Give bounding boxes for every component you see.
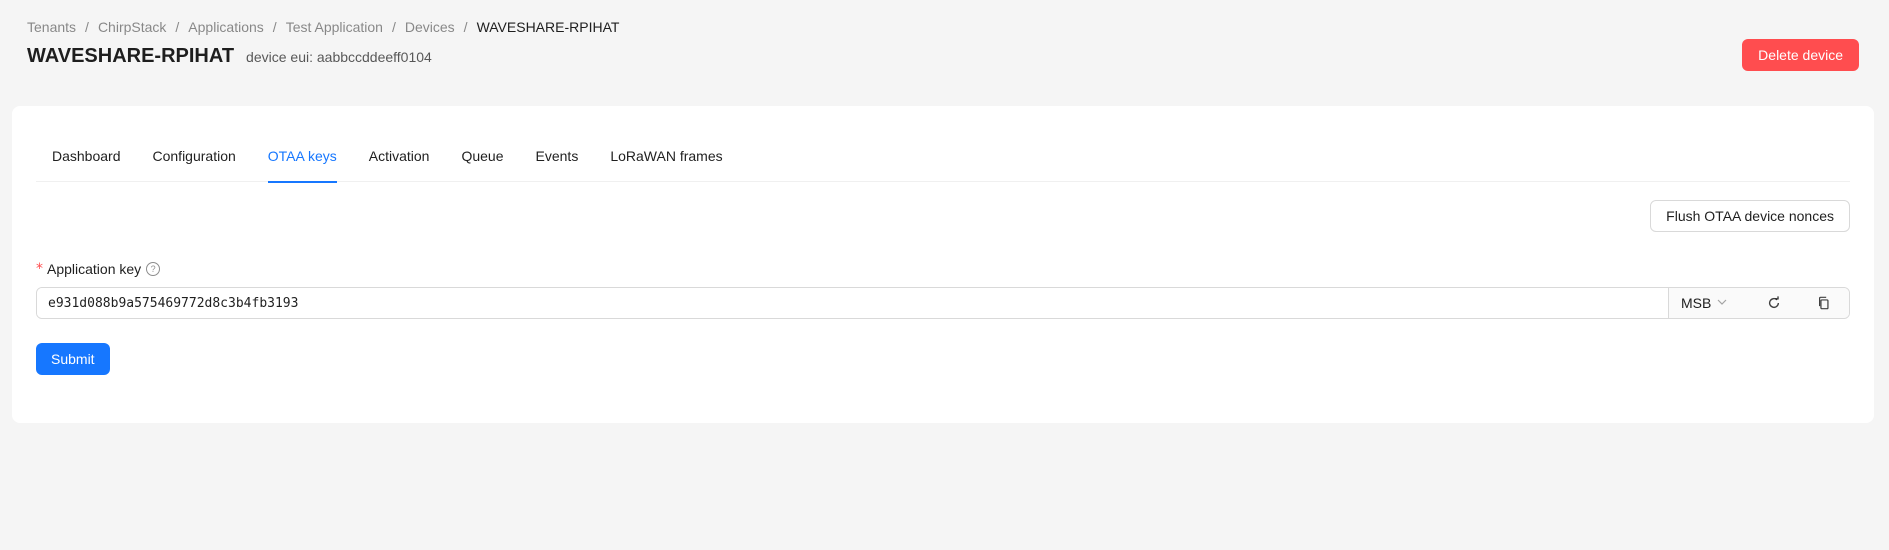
tab-bar: Dashboard Configuration OTAA keys Activa…: [36, 130, 1850, 183]
byte-order-value: MSB: [1681, 295, 1712, 311]
submit-button[interactable]: Submit: [36, 343, 110, 375]
breadcrumb: Tenants / ChirpStack / Applications / Te…: [27, 16, 619, 38]
page-header: Tenants / ChirpStack / Applications / Te…: [27, 0, 1859, 90]
application-key-input-group: MSB: [36, 287, 1850, 319]
required-mark: *: [36, 261, 43, 277]
tab-configuration[interactable]: Configuration: [153, 130, 236, 182]
breadcrumb-separator: /: [85, 19, 89, 35]
copy-icon[interactable]: [1799, 288, 1849, 318]
input-addon: MSB: [1668, 288, 1849, 318]
breadcrumb-chirpstack[interactable]: ChirpStack: [98, 16, 166, 38]
tab-events[interactable]: Events: [536, 130, 579, 182]
flush-otaa-nonces-button[interactable]: Flush OTAA device nonces: [1650, 200, 1850, 232]
tab-lorawan-frames[interactable]: LoRaWAN frames: [610, 130, 722, 182]
breadcrumb-separator: /: [272, 19, 277, 35]
application-key-label-text: Application key: [47, 261, 142, 277]
tab-otaa-keys[interactable]: OTAA keys: [267, 130, 337, 183]
breadcrumb-separator: /: [463, 19, 468, 35]
question-circle-icon[interactable]: ?: [146, 262, 161, 276]
chevron-down-icon: [1717, 297, 1727, 310]
breadcrumb-devices[interactable]: Devices: [405, 16, 455, 38]
device-eui-subtitle: device eui: aabbccddeeff0104: [246, 49, 432, 65]
tab-queue[interactable]: Queue: [461, 130, 503, 182]
delete-device-button[interactable]: Delete device: [1742, 39, 1859, 71]
breadcrumb-separator: /: [391, 19, 396, 35]
breadcrumb-current: WAVESHARE-RPIHAT: [476, 19, 620, 35]
breadcrumb-separator: /: [175, 19, 180, 35]
content-card: Dashboard Configuration OTAA keys Activa…: [12, 106, 1874, 423]
breadcrumb-applications[interactable]: Applications: [188, 16, 264, 38]
byte-order-select[interactable]: MSB: [1669, 295, 1750, 311]
application-key-label: * Application key ?: [36, 258, 161, 280]
page-title: WAVESHARE-RPIHAT: [27, 45, 235, 67]
title-row: WAVESHARE-RPIHAT device eui: aabbccddeef…: [27, 42, 432, 70]
tab-dashboard[interactable]: Dashboard: [52, 130, 121, 182]
breadcrumb-test-application[interactable]: Test Application: [286, 16, 383, 38]
breadcrumb-tenants[interactable]: Tenants: [27, 16, 76, 38]
refresh-icon[interactable]: [1750, 288, 1800, 318]
tab-activation[interactable]: Activation: [369, 130, 430, 182]
application-key-input[interactable]: [37, 288, 1668, 318]
